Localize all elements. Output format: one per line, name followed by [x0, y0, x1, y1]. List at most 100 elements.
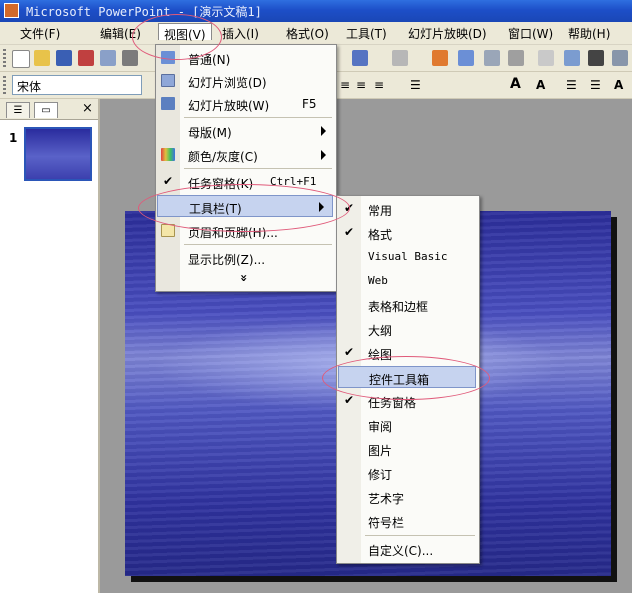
item-label: 任务窗格 — [368, 396, 417, 410]
item-label: 幻灯片放映(W) — [188, 99, 270, 113]
toolbar-item-visual-basic[interactable]: Visual Basic — [337, 246, 477, 268]
menu-edit[interactable]: 编辑(E) — [100, 25, 141, 42]
numbering-icon[interactable]: ☰ — [410, 78, 421, 92]
align-right-icon[interactable]: ≡ — [374, 78, 384, 92]
item-label: 大纲 — [368, 324, 393, 338]
decrease-indent-icon[interactable]: ☰ — [566, 78, 577, 92]
toolbar-item-revisions[interactable]: 修订 — [337, 462, 477, 484]
toolbar-item-drawing[interactable]: ✔ 绘图 — [337, 342, 477, 364]
item-label: 格式 — [368, 228, 393, 242]
item-label: 显示比例(Z)... — [188, 253, 266, 267]
item-label: 审阅 — [368, 420, 393, 434]
menu-tools[interactable]: 工具(T) — [346, 25, 387, 42]
view-menu-item-slideshow[interactable]: 幻灯片放映(W) F5 — [156, 93, 334, 115]
new-slide-icon[interactable] — [508, 50, 524, 66]
item-label: 工具栏(T) — [189, 202, 242, 216]
menu-view[interactable]: 视图(V) — [158, 23, 212, 42]
menu-separator — [365, 535, 475, 536]
shrink-font-icon[interactable]: A — [536, 78, 545, 92]
shortcut-label: F5 — [302, 97, 317, 111]
item-label: 任务窗格(K) — [188, 177, 254, 191]
item-label: 母版(M) — [188, 126, 232, 140]
grow-font-icon[interactable]: A — [510, 76, 521, 92]
toolbar-grip[interactable] — [3, 76, 6, 94]
open-icon[interactable] — [34, 50, 50, 66]
toolbar-item-formatting[interactable]: ✔ 格式 — [337, 222, 477, 244]
expand-chevron-icon: » — [236, 274, 251, 282]
view-menu-item-zoom[interactable]: 显示比例(Z)... — [156, 247, 334, 269]
color-grayscale-icon[interactable] — [612, 50, 628, 66]
toolbar-item-symbol-bar[interactable]: 符号栏 — [337, 510, 477, 532]
toolbar-grip[interactable] — [3, 49, 6, 67]
submenu-arrow-icon — [321, 126, 326, 136]
menu-format[interactable]: 格式(O) — [286, 25, 329, 42]
grayscale-icon[interactable] — [588, 50, 604, 66]
menu-help[interactable]: 帮助(H) — [568, 25, 610, 42]
toolbar-item-wordart[interactable]: 艺术字 — [337, 486, 477, 508]
menu-file[interactable]: 文件(F) — [20, 25, 60, 42]
toolbar-item-control-toolbox[interactable]: 控件工具箱 — [338, 366, 476, 388]
toolbar-item-customize[interactable]: 自定义(C)... — [337, 538, 477, 560]
title-bar: Microsoft PowerPoint - [演示文稿1] — [0, 0, 632, 22]
check-icon: ✔ — [344, 345, 355, 359]
slideshow-icon — [161, 97, 175, 110]
view-menu-item-header-footer[interactable]: 页眉和页脚(H)... — [156, 220, 334, 242]
center-icon[interactable]: ≡ — [356, 78, 366, 92]
insert-table-icon[interactable] — [458, 50, 474, 66]
save-icon[interactable] — [56, 50, 72, 66]
menu-slideshow[interactable]: 幻灯片放映(D) — [408, 25, 487, 42]
item-label: 普通(N) — [188, 53, 231, 67]
new-icon[interactable] — [12, 50, 30, 68]
item-label: 自定义(C)... — [368, 544, 434, 558]
font-color-icon[interactable]: A — [614, 78, 623, 92]
slide-sorter-icon — [161, 74, 175, 87]
toolbar-item-web[interactable]: Web — [337, 270, 477, 292]
menu-bar: 文件(F) 编辑(E) 视图(V) 插入(I) 格式(O) 工具(T) 幻灯片放… — [0, 22, 632, 45]
increase-indent-icon[interactable]: ☰ — [590, 78, 601, 92]
menu-separator — [184, 117, 332, 118]
view-menu-item-normal[interactable]: 普通(N) — [156, 47, 334, 69]
close-icon[interactable]: × — [82, 101, 93, 116]
view-menu-item-color-grayscale[interactable]: 颜色/灰度(C) — [156, 144, 334, 166]
toolbar-item-picture[interactable]: 图片 — [337, 438, 477, 460]
view-menu-item-task-pane[interactable]: ✔ 任务窗格(K) Ctrl+F1 — [156, 171, 334, 193]
tab-outline[interactable]: ☰ — [6, 102, 30, 118]
pane-tabs: ☰ ▭ × — [0, 99, 98, 120]
header-footer-icon — [161, 224, 175, 237]
menu-separator — [184, 168, 332, 169]
submenu-arrow-icon — [321, 150, 326, 160]
menu-window[interactable]: 窗口(W) — [508, 25, 553, 42]
toolbar-item-reviewing[interactable]: 审阅 — [337, 414, 477, 436]
font-name-box[interactable]: 宋体 — [12, 75, 142, 95]
item-label: 页眉和页脚(H)... — [188, 226, 278, 240]
item-label: 绘图 — [368, 348, 393, 362]
toolbar-item-task-pane[interactable]: ✔ 任务窗格 — [337, 390, 477, 412]
permission-icon[interactable] — [78, 50, 94, 66]
view-menu-item-toolbars[interactable]: 工具栏(T) — [157, 195, 333, 217]
view-menu-item-slide-sorter[interactable]: 幻灯片浏览(D) — [156, 70, 334, 92]
expand-all-icon[interactable] — [538, 50, 554, 66]
toolbar-item-tables-borders[interactable]: 表格和边框 — [337, 294, 477, 316]
email-icon[interactable] — [100, 50, 116, 66]
slide-thumbnail[interactable] — [24, 127, 92, 181]
print-icon[interactable] — [122, 50, 138, 66]
shortcut-label: Ctrl+F1 — [270, 175, 317, 188]
slide-number: 1 — [9, 131, 18, 145]
toolbar-item-outline[interactable]: 大纲 — [337, 318, 477, 340]
toolbar-item-standard[interactable]: ✔ 常用 — [337, 198, 477, 220]
view-menu-item-master[interactable]: 母版(M) — [156, 120, 334, 142]
show-formatting-icon[interactable] — [564, 50, 580, 66]
item-label: 艺术字 — [368, 492, 405, 506]
menu-insert[interactable]: 插入(I) — [222, 25, 259, 42]
align-left-icon[interactable]: ≡ — [340, 78, 350, 92]
item-label: 图片 — [368, 444, 393, 458]
redo-icon[interactable] — [392, 50, 408, 66]
powerpoint-app-icon[interactable] — [4, 3, 19, 18]
tables-borders-icon[interactable] — [484, 50, 500, 66]
tab-slides[interactable]: ▭ — [34, 102, 58, 118]
item-label: 符号栏 — [368, 516, 405, 530]
undo-icon[interactable] — [352, 50, 368, 66]
toolbars-submenu: ✔ 常用 ✔ 格式 Visual Basic Web 表格和边框 大纲 ✔ 绘图… — [336, 195, 480, 564]
view-menu-expand[interactable]: » — [156, 269, 334, 291]
insert-chart-icon[interactable] — [432, 50, 448, 66]
